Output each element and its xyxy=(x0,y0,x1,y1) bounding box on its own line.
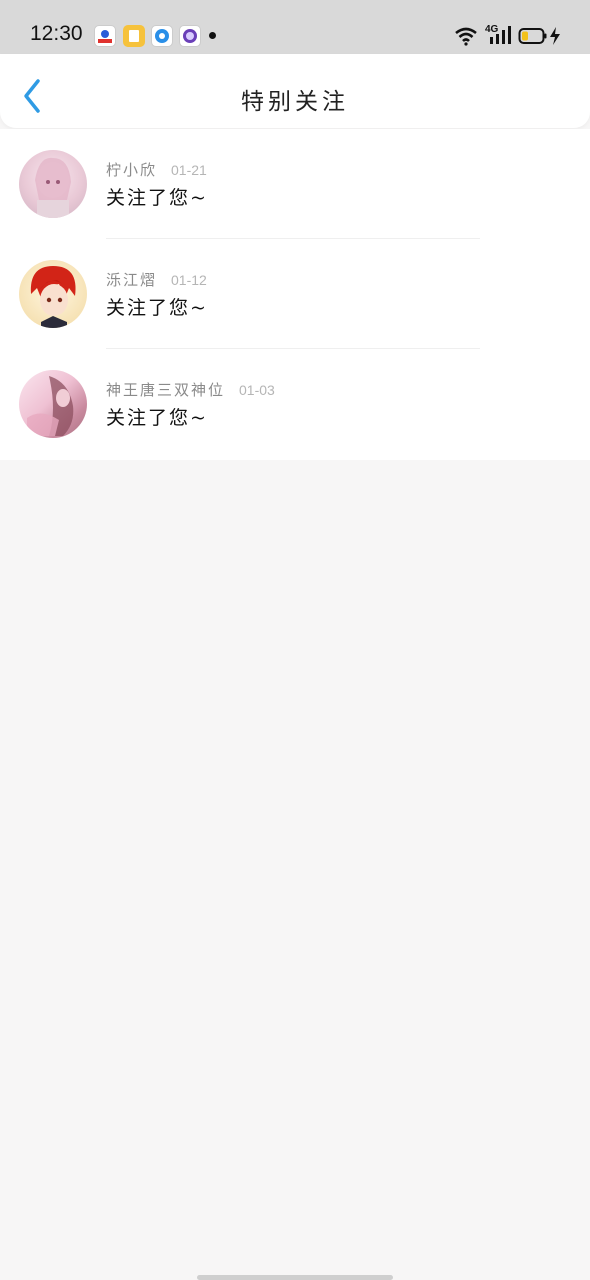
item-message: 关注了您~ xyxy=(106,407,208,429)
follow-list: 柠小欣 01-21 关注了您~ 泺江熠 01-12 关注了您~ 神王唐三双神位 … xyxy=(0,129,590,460)
baidu-app-icon xyxy=(94,25,116,47)
wifi-icon xyxy=(455,27,477,46)
user-name[interactable]: 泺江熠 01-12 xyxy=(106,269,207,290)
status-bar: 12:30 4G xyxy=(0,0,590,56)
header-bar: 特别关注 xyxy=(0,54,590,128)
notes-app-icon xyxy=(123,25,145,47)
list-item[interactable]: 泺江熠 01-12 关注了您~ xyxy=(0,239,590,349)
notification-dot-icon xyxy=(209,32,216,39)
battery-icon xyxy=(518,28,547,44)
avatar[interactable] xyxy=(19,260,87,328)
home-indicator[interactable] xyxy=(197,1275,393,1280)
item-date: 01-03 xyxy=(239,382,275,398)
page-title: 特别关注 xyxy=(241,89,349,115)
user-name[interactable]: 柠小欣 01-21 xyxy=(106,159,207,180)
status-time: 12:30 xyxy=(30,22,83,45)
browser-app-icon xyxy=(151,25,173,47)
list-item[interactable]: 柠小欣 01-21 关注了您~ xyxy=(0,129,590,239)
user-name[interactable]: 神王唐三双神位 01-03 xyxy=(106,379,275,400)
avatar[interactable] xyxy=(19,150,87,218)
cellular-signal-icon xyxy=(490,26,511,44)
avatar[interactable] xyxy=(19,370,87,438)
messenger-app-icon xyxy=(179,25,201,47)
item-message: 关注了您~ xyxy=(106,187,208,209)
item-message: 关注了您~ xyxy=(106,297,208,319)
list-item[interactable]: 神王唐三双神位 01-03 关注了您~ xyxy=(0,349,590,459)
item-date: 01-21 xyxy=(171,162,207,178)
charging-icon xyxy=(550,27,560,45)
item-date: 01-12 xyxy=(171,272,207,288)
